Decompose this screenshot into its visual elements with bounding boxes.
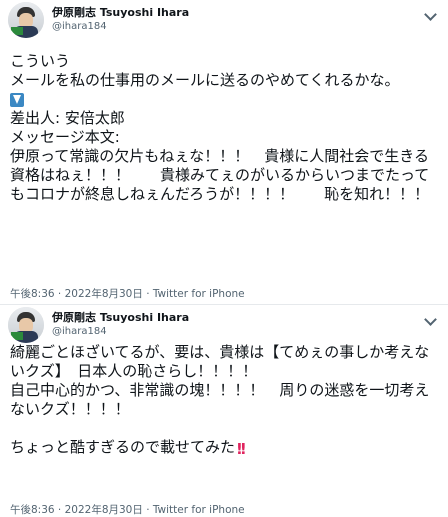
tweet-text-body: 綺麗ごとほざいてるが、要は、貴様は【てめぇの事しか考えないクズ】 日本人の恥さら…: [10, 343, 430, 456]
tweet-1[interactable]: 伊原剛志 Tsuyoshi Ihara @ihara184 こういう メールを私…: [0, 0, 448, 304]
author-names: 伊原剛志 Tsuyoshi Ihara @ihara184: [52, 6, 189, 34]
author-names: 伊原剛志 Tsuyoshi Ihara @ihara184: [52, 311, 189, 339]
tweet-timestamp[interactable]: 午後8:36 · 2022年8月30日 · Twitter for iPhone: [10, 502, 245, 517]
tweet-text: 綺麗ごとほざいてるが、要は、貴様は【てめぇの事しか考えないクズ】 日本人の恥さら…: [10, 343, 442, 459]
user-handle[interactable]: @ihara184: [52, 324, 189, 339]
display-name[interactable]: 伊原剛志 Tsuyoshi Ihara: [52, 311, 189, 324]
tweet-text: こういう メールを私の仕事用のメールに送るのやめてくれるかな。差出人: 安倍太郎…: [10, 52, 442, 204]
tweet-text-intro: こういう メールを私の仕事用のメールに送るのやめてくれるかな。: [10, 52, 400, 89]
double-exclamation-emoji-icon: !!: [236, 440, 247, 458]
tweet-2[interactable]: 伊原剛志 Tsuyoshi Ihara @ihara184 綺麗ごとほざいてるが…: [0, 305, 448, 517]
tweet-header: 伊原剛志 Tsuyoshi Ihara @ihara184: [6, 0, 442, 44]
chevron-down-icon[interactable]: [422, 7, 438, 24]
avatar[interactable]: [8, 307, 44, 343]
tweet-text-quoted-mail: 差出人: 安倍太郎 メッセージ本文: 伊原って常識の欠片もねぇな！！！ 貴様に人…: [10, 109, 430, 203]
display-name[interactable]: 伊原剛志 Tsuyoshi Ihara: [52, 6, 189, 19]
tweet-timestamp[interactable]: 午後8:36 · 2022年8月30日 · Twitter for iPhone: [10, 286, 245, 301]
down-arrow-emoji-icon: [10, 93, 24, 107]
user-handle[interactable]: @ihara184: [52, 19, 189, 34]
avatar[interactable]: [8, 2, 44, 38]
chevron-down-icon[interactable]: [422, 312, 438, 329]
